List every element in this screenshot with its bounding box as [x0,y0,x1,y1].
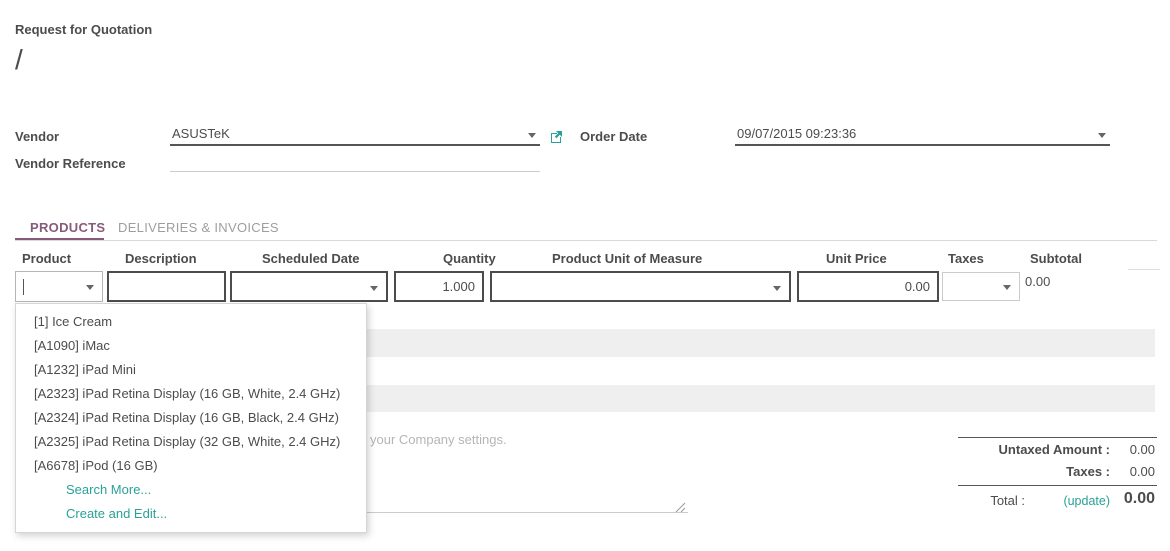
chevron-down-icon[interactable] [773,286,781,291]
unit-price-cell[interactable] [797,271,939,302]
taxes-value: 0.00 [1105,464,1155,479]
quantity-input[interactable] [403,279,475,294]
active-tab-underline [15,238,104,240]
document-number: / [15,44,23,76]
total-update-link[interactable]: (update) [1040,494,1110,508]
scheduled-date-select[interactable] [230,271,388,302]
dropdown-item[interactable]: [A1090] iMac [16,334,366,358]
totals-top-line [958,437,1157,438]
chevron-down-icon[interactable] [1098,133,1106,138]
resize-grip-icon[interactable] [675,502,686,513]
untaxed-amount-label: Untaxed Amount : [905,442,1110,457]
row-end-divider [1128,269,1160,270]
taxes-select[interactable] [942,272,1020,301]
dropdown-item[interactable]: [A2324] iPad Retina Display (16 GB, Blac… [16,406,366,430]
vendor-label: Vendor [15,129,59,144]
dropdown-item[interactable]: [A6678] iPod (16 GB) [16,454,366,478]
chevron-down-icon[interactable] [528,133,536,138]
dropdown-item[interactable]: [A2323] iPad Retina Display (16 GB, Whit… [16,382,366,406]
uom-select[interactable] [490,271,791,302]
page-title: Request for Quotation [15,22,152,37]
untaxed-amount-value: 0.00 [1105,442,1155,457]
tab-deliveries-invoices[interactable]: DELIVERIES & INVOICES [118,220,279,235]
product-dropdown: [1] Ice Cream [A1090] iMac [A1232] iPad … [15,303,367,533]
order-date-field[interactable] [735,124,1110,146]
terms-note: your Company settings. [370,432,507,447]
column-header-description: Description [125,251,197,266]
vendor-reference-input[interactable] [170,151,540,172]
column-header-subtotal: Subtotal [1030,251,1082,266]
vendor-input[interactable] [170,124,540,146]
chevron-down-icon[interactable] [1003,285,1011,290]
order-date-input[interactable] [735,124,1110,146]
column-header-uom: Product Unit of Measure [552,251,702,266]
totals-bottom-line [958,485,1157,486]
description-cell[interactable] [107,271,226,302]
column-header-product: Product [22,251,71,266]
quantity-cell[interactable] [394,271,484,302]
dropdown-item[interactable]: [A2325] iPad Retina Display (32 GB, Whit… [16,430,366,454]
rfq-form: Request for Quotation / Vendor Order Dat… [0,0,1170,551]
column-header-scheduled-date: Scheduled Date [262,251,360,266]
dropdown-item[interactable]: [1] Ice Cream [16,310,366,334]
total-value: 0.00 [1105,490,1155,508]
vendor-field[interactable] [170,124,540,146]
chevron-down-icon[interactable] [370,286,378,291]
tabbar-divider [15,240,1157,241]
column-header-quantity: Quantity [443,251,496,266]
subtotal-value: 0.00 [1025,274,1050,289]
dropdown-item[interactable]: [A1232] iPad Mini [16,358,366,382]
description-input[interactable] [116,279,217,294]
unit-price-input[interactable] [806,279,930,294]
create-and-edit-link[interactable]: Create and Edit... [16,502,366,526]
external-link-icon[interactable] [549,129,564,144]
search-more-link[interactable]: Search More... [16,478,366,502]
text-cursor [23,279,24,295]
taxes-label: Taxes : [905,464,1110,479]
column-header-taxes: Taxes [948,251,984,266]
column-header-unit-price: Unit Price [826,251,887,266]
product-select[interactable] [15,271,103,302]
chevron-down-icon[interactable] [86,285,94,290]
total-label: Total : [940,493,1025,508]
tab-products[interactable]: PRODUCTS [30,220,105,235]
order-date-label: Order Date [580,129,647,144]
vendor-reference-label: Vendor Reference [15,156,126,171]
